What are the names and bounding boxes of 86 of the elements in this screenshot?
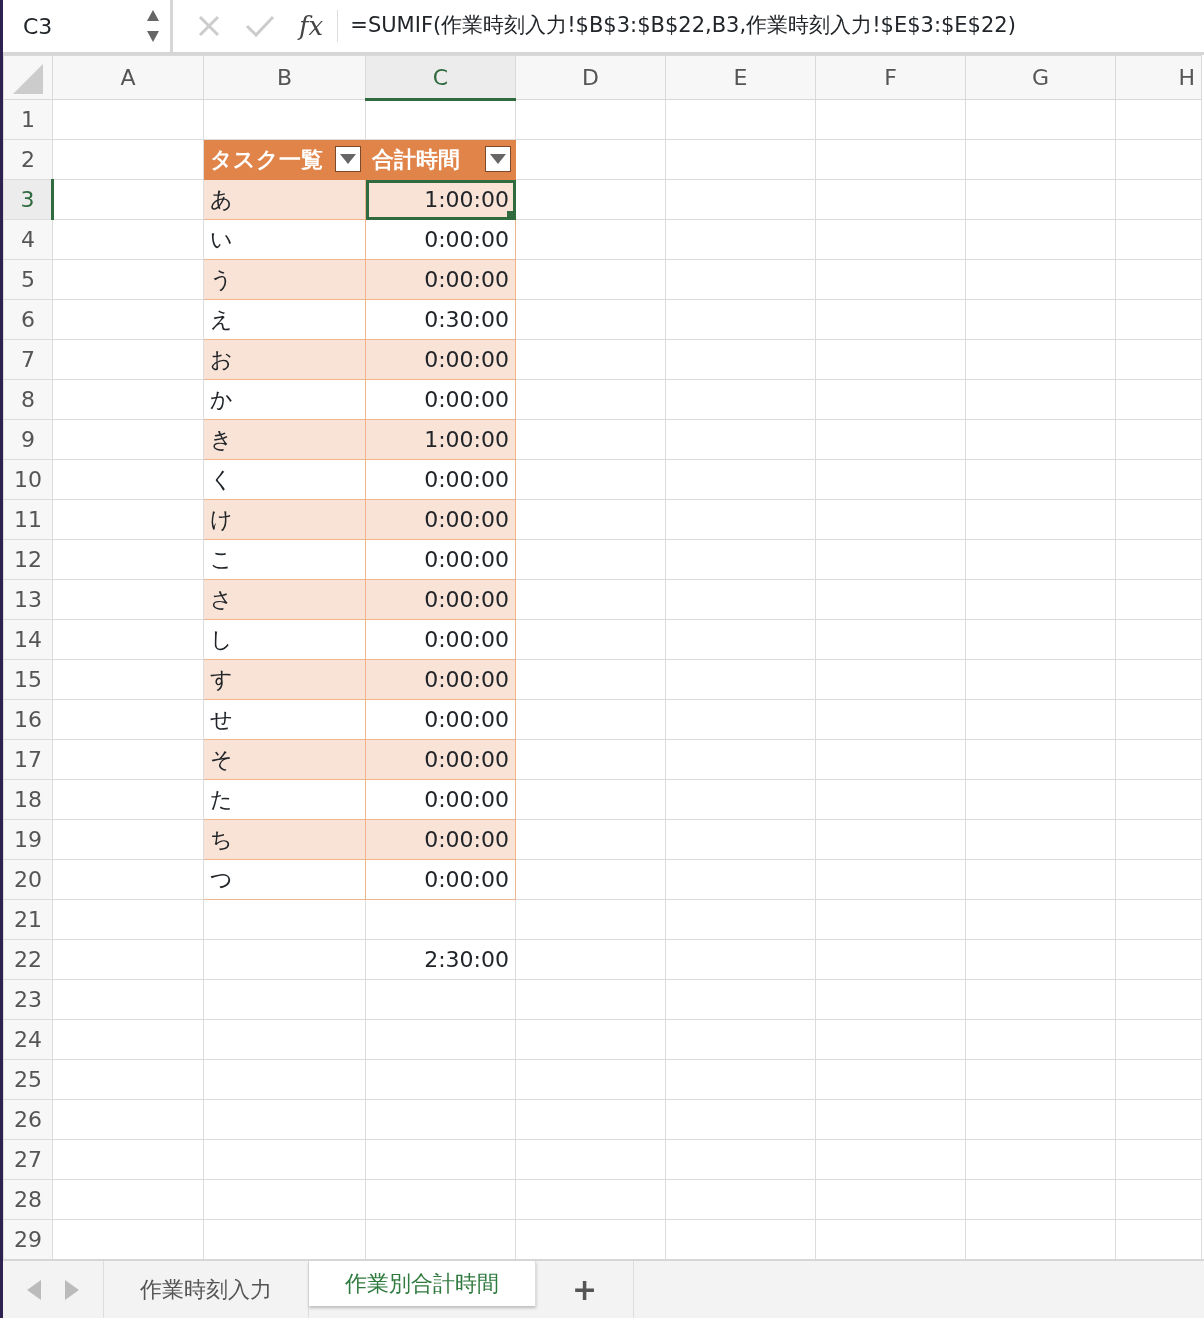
row-header[interactable]: 3 <box>3 179 53 220</box>
table-cell[interactable]: さ <box>203 579 366 620</box>
column-header[interactable]: H <box>1115 55 1202 100</box>
row-header[interactable]: 27 <box>3 1139 53 1180</box>
row-header[interactable]: 10 <box>3 459 53 500</box>
dropdown-arrow-icon[interactable] <box>340 154 356 164</box>
row-header[interactable]: 23 <box>3 979 53 1020</box>
table-cell[interactable]: 0:00:00 <box>365 659 516 700</box>
function-icon[interactable]: fx <box>299 6 324 46</box>
column-header[interactable]: B <box>203 55 366 100</box>
row-header[interactable]: 9 <box>3 419 53 460</box>
row-header[interactable]: 11 <box>3 499 53 540</box>
row-header[interactable]: 13 <box>3 579 53 620</box>
row-header[interactable]: 8 <box>3 379 53 420</box>
row-header[interactable]: 1 <box>3 99 53 140</box>
row-header[interactable]: 21 <box>3 899 53 940</box>
table-cell[interactable]: い <box>203 219 366 260</box>
row-header[interactable]: 24 <box>3 1019 53 1060</box>
column-header[interactable]: D <box>515 55 666 100</box>
table-cell[interactable]: 0:00:00 <box>365 539 516 580</box>
column-header[interactable]: A <box>52 55 204 100</box>
table-cell[interactable]: 0:30:00 <box>365 299 516 340</box>
table-cell[interactable]: ち <box>203 819 366 860</box>
table-cell[interactable]: き <box>203 419 366 460</box>
table-cell[interactable]: す <box>203 659 366 700</box>
total-cell[interactable]: 2:30:00 <box>365 939 516 980</box>
table-header: タスク一覧 <box>210 147 323 172</box>
row-header[interactable]: 22 <box>3 939 53 980</box>
table-cell[interactable]: あ <box>203 179 366 220</box>
table-cell[interactable]: 1:00:00 <box>365 419 516 460</box>
table-cell[interactable]: お <box>203 339 366 380</box>
table-cell[interactable]: 0:00:00 <box>365 379 516 420</box>
table-cell[interactable]: う <box>203 259 366 300</box>
row-header[interactable]: 25 <box>3 1059 53 1100</box>
table-cell[interactable]: 0:00:00 <box>365 619 516 660</box>
spinner-arrows-icon[interactable] <box>146 8 160 44</box>
row-header[interactable]: 26 <box>3 1099 53 1140</box>
row-header[interactable]: 7 <box>3 339 53 380</box>
column-header[interactable]: G <box>965 55 1116 100</box>
row-header[interactable]: 5 <box>3 259 53 300</box>
table-cell[interactable]: そ <box>203 739 366 780</box>
table-cell[interactable]: こ <box>203 539 366 580</box>
table-cell[interactable]: た <box>203 779 366 820</box>
name-box[interactable]: C3 <box>23 9 53 43</box>
column-header[interactable]: E <box>665 55 816 100</box>
table-cell[interactable]: 0:00:00 <box>365 499 516 540</box>
table-cell[interactable]: つ <box>203 859 366 900</box>
row-header[interactable]: 20 <box>3 859 53 900</box>
table-cell[interactable]: 0:00:00 <box>365 579 516 620</box>
row-header[interactable]: 17 <box>3 739 53 780</box>
table-cell[interactable]: 0:00:00 <box>365 699 516 740</box>
row-header[interactable]: 14 <box>3 619 53 660</box>
table-header: 合計時間 <box>372 147 460 172</box>
table-cell[interactable]: 0:00:00 <box>365 779 516 820</box>
dropdown-arrow-icon[interactable] <box>490 154 506 164</box>
row-header[interactable]: 18 <box>3 779 53 820</box>
row-header[interactable]: 19 <box>3 819 53 860</box>
table-cell[interactable]: 0:00:00 <box>365 339 516 380</box>
column-header[interactable]: F <box>815 55 966 100</box>
table-cell[interactable]: け <box>203 499 366 540</box>
table-cell[interactable]: く <box>203 459 366 500</box>
table-cell[interactable]: 0:00:00 <box>365 819 516 860</box>
sheet-tab[interactable]: 作業別合計時間 <box>309 1261 536 1306</box>
table-cell[interactable]: 0:00:00 <box>365 739 516 780</box>
row-header[interactable]: 6 <box>3 299 53 340</box>
table-cell[interactable]: 0:00:00 <box>365 459 516 500</box>
formula-text[interactable]: =SUMIF(作業時刻入力!$B$3:$B$22,B3,作業時刻入力!$E$3:$E$22) <box>337 10 1016 42</box>
column-header[interactable]: C <box>365 55 516 100</box>
table-cell[interactable]: し <box>203 619 366 660</box>
row-header[interactable]: 28 <box>3 1179 53 1220</box>
table-cell[interactable]: 1:00:00 <box>365 179 516 220</box>
filter-dropdown-button[interactable] <box>335 146 361 172</box>
row-header[interactable]: 16 <box>3 699 53 740</box>
table-cell[interactable]: 0:00:00 <box>365 859 516 900</box>
row-header[interactable]: 29 <box>3 1219 53 1260</box>
row-header[interactable]: 4 <box>3 219 53 260</box>
row-header[interactable]: 12 <box>3 539 53 580</box>
row-header[interactable]: 2 <box>3 139 53 180</box>
filter-dropdown-button[interactable] <box>485 146 511 172</box>
row-header[interactable]: 15 <box>3 659 53 700</box>
table-cell[interactable]: え <box>203 299 366 340</box>
table-cell[interactable]: 0:00:00 <box>365 259 516 300</box>
table-cell[interactable]: せ <box>203 699 366 740</box>
add-sheet-button[interactable]: + <box>536 1261 635 1318</box>
table-cell[interactable]: か <box>203 379 366 420</box>
table-cell[interactable]: 0:00:00 <box>365 219 516 260</box>
